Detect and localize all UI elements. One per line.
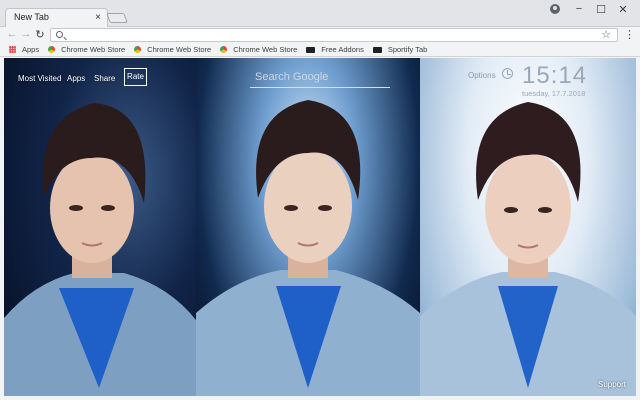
tab-new-tab[interactable]: New Tab × bbox=[5, 8, 108, 28]
apps-link[interactable]: Apps bbox=[67, 74, 85, 83]
bookmark-label: Sportify Tab bbox=[387, 45, 428, 54]
bookmark-label: Chrome Web Store bbox=[147, 45, 212, 54]
bookmark-chrome-web-store[interactable]: Chrome Web Store bbox=[220, 45, 297, 54]
minimize-button[interactable]: − bbox=[570, 3, 588, 15]
tab-strip: New Tab × − ☐ ✕ bbox=[0, 0, 640, 28]
tab-title: New Tab bbox=[14, 12, 49, 22]
browser-toolbar: ← → ↻ ☆ ⋮ bbox=[0, 27, 640, 43]
close-window-button[interactable]: ✕ bbox=[614, 3, 632, 16]
bookmark-star-icon[interactable]: ☆ bbox=[601, 28, 611, 41]
back-button[interactable]: ← bbox=[5, 28, 19, 40]
wallpaper-panel-left bbox=[4, 58, 196, 396]
search-input[interactable] bbox=[250, 68, 390, 86]
portrait-illustration bbox=[196, 100, 420, 396]
bookmark-label: Free Addons bbox=[321, 45, 364, 54]
new-tab-button[interactable] bbox=[106, 13, 128, 23]
addon-icon bbox=[306, 46, 316, 53]
support-link[interactable]: Support bbox=[598, 380, 626, 389]
google-search-box[interactable] bbox=[250, 68, 390, 88]
chrome-web-store-icon bbox=[134, 46, 142, 53]
wallpaper-panel-center bbox=[196, 58, 420, 396]
portrait-illustration bbox=[420, 102, 636, 396]
bookmark-chrome-web-store[interactable]: Chrome Web Store bbox=[134, 45, 211, 54]
tab-close-icon[interactable]: × bbox=[95, 12, 101, 23]
bookmark-free-addons[interactable]: Free Addons bbox=[306, 45, 364, 54]
options-link[interactable]: Options bbox=[468, 71, 496, 80]
most-visited-link[interactable]: Most Visited bbox=[18, 74, 61, 83]
clock-time: 15:14 bbox=[522, 62, 588, 89]
chrome-web-store-icon bbox=[220, 46, 228, 53]
browser-menu-icon[interactable]: ⋮ bbox=[624, 28, 635, 41]
rate-button[interactable]: Rate bbox=[124, 68, 147, 86]
address-bar[interactable]: ☆ bbox=[50, 28, 618, 42]
wallpaper-panel-right bbox=[420, 58, 636, 396]
forward-button[interactable]: → bbox=[19, 28, 33, 40]
bookmark-apps[interactable]: Apps bbox=[9, 45, 39, 54]
clock-date: tuesday, 17.7.2018 bbox=[522, 89, 586, 98]
bookmark-label: Apps bbox=[22, 45, 40, 54]
reload-button[interactable]: ↻ bbox=[33, 28, 47, 41]
search-icon bbox=[56, 31, 63, 38]
portrait-illustration bbox=[4, 103, 196, 396]
profile-icon[interactable] bbox=[550, 4, 560, 14]
bookmark-sportify-tab[interactable]: Sportify Tab bbox=[372, 45, 428, 54]
apps-grid-icon bbox=[9, 46, 16, 53]
bookmarks-bar: Apps Chrome Web Store Chrome Web Store C… bbox=[0, 43, 640, 57]
chrome-web-store-icon bbox=[48, 46, 56, 53]
clock-icon[interactable] bbox=[502, 68, 513, 79]
maximize-button[interactable]: ☐ bbox=[592, 3, 610, 16]
share-link[interactable]: Share bbox=[94, 74, 115, 83]
addon-icon bbox=[372, 46, 382, 53]
new-tab-page: Most Visited Apps Share Rate Options 15:… bbox=[4, 58, 636, 396]
bookmark-label: Chrome Web Store bbox=[233, 45, 298, 54]
bookmark-label: Chrome Web Store bbox=[61, 45, 126, 54]
bookmark-chrome-web-store[interactable]: Chrome Web Store bbox=[48, 45, 125, 54]
